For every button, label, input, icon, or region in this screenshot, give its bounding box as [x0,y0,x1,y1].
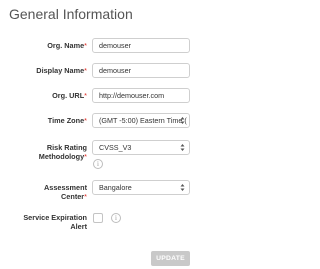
risk-rating-label: Risk Rating Methodology* [5,143,87,161]
select-arrows-icon [180,184,185,191]
update-button[interactable]: UPDATE [151,251,190,266]
org-name-label: Org. Name* [5,41,87,50]
risk-rating-info-icon[interactable]: i [93,159,103,169]
required-marker: * [84,116,87,125]
org-url-field[interactable]: http://demouser.com [92,88,190,103]
assessment-center-value: Bangalore [99,183,132,192]
risk-rating-label-line1: Risk Rating [46,143,87,152]
required-marker: * [84,66,87,75]
service-expiration-label: Service Expiration Alert [5,213,87,231]
risk-rating-label-line2: Methodology [38,152,85,161]
service-expiration-checkbox[interactable] [93,213,103,223]
assessment-center-label-line2: Center [61,192,85,201]
page-title: General Information [9,6,133,22]
org-name-field[interactable]: demouser [92,38,190,53]
select-arrows-icon [180,144,185,151]
org-name-label-text: Org. Name [47,41,85,50]
select-arrows-icon [180,117,185,124]
time-zone-label-text: Time Zone [47,116,85,125]
service-expiration-label-line1: Service Expiration [23,213,87,222]
required-marker: * [84,41,87,50]
service-expiration-info-icon[interactable]: i [111,213,121,223]
required-marker: * [84,152,87,161]
time-zone-select[interactable]: (GMT -5:00) Eastern Time ( [92,113,190,128]
display-name-label: Display Name* [5,66,87,75]
required-marker: * [84,91,87,100]
risk-rating-value: CVSS_V3 [99,143,132,152]
time-zone-label: Time Zone* [5,116,87,125]
assessment-center-select[interactable]: Bangalore [92,180,190,195]
display-name-label-text: Display Name [36,66,85,75]
required-marker: * [84,192,87,201]
service-expiration-label-line2: Alert [70,222,87,231]
org-url-label: Org. URL* [5,91,87,100]
assessment-center-label-line1: Assessment [44,183,87,192]
risk-rating-select[interactable]: CVSS_V3 [92,140,190,155]
display-name-field[interactable]: demouser [92,63,190,78]
time-zone-value: (GMT -5:00) Eastern Time ( [99,116,187,125]
org-url-label-text: Org. URL [52,91,85,100]
assessment-center-label: Assessment Center* [5,183,87,201]
